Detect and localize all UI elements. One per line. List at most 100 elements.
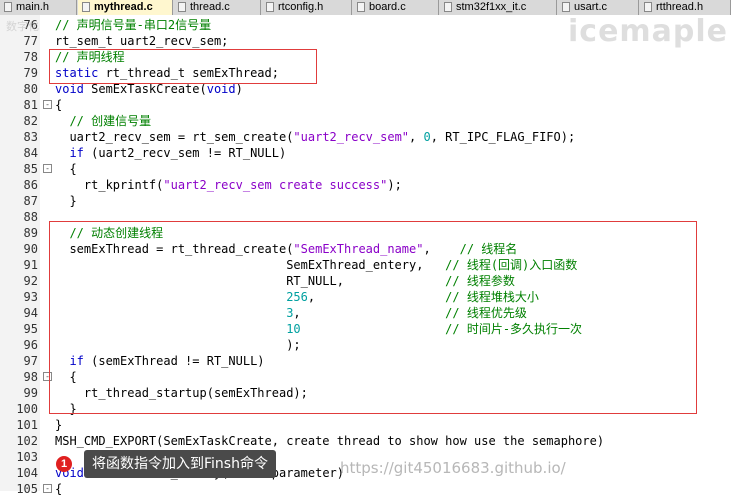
annotation-number-badge: 1 (56, 456, 72, 472)
code-line[interactable]: 93 256, // 线程堆栈大小 (0, 289, 731, 305)
code-text: semExThread = rt_thread_create("SemExThr… (55, 242, 518, 256)
line-number: 90 (23, 242, 38, 256)
line-number: 100 (16, 402, 38, 416)
tab-thread-c[interactable]: thread.c (174, 0, 261, 15)
code-line[interactable]: 82 // 创建信号量 (0, 113, 731, 129)
code-line[interactable]: 78 // 声明线程 (0, 49, 731, 65)
code-line[interactable]: 97 if (semExThread != RT_NULL) (0, 353, 731, 369)
line-number: 91 (23, 258, 38, 272)
code-line[interactable]: 102 MSH_CMD_EXPORT(SemExTaskCreate, creat… (0, 433, 731, 449)
code-line[interactable]: 86 rt_kprintf("uart2_recv_sem create suc… (0, 177, 731, 193)
line-number: 94 (23, 306, 38, 320)
code-text: SemExThread_entery, // 线程(回调)入口函数 (55, 258, 578, 272)
code-line[interactable]: 89 // 动态创建线程 (0, 225, 731, 241)
code-line[interactable]: 84 if (uart2_recv_sem != RT_NULL) (0, 145, 731, 161)
tab-board-c[interactable]: board.c (353, 0, 439, 15)
code-text: // 声明线程 (55, 50, 125, 64)
line-number: 87 (23, 194, 38, 208)
code-line[interactable]: 91 SemExThread_entery, // 线程(回调)入口函数 (0, 257, 731, 273)
line-number: 95 (23, 322, 38, 336)
tab-mythread-c[interactable]: mythread.c (78, 0, 173, 15)
tab-label: thread.c (190, 1, 230, 13)
tab-label: stm32f1xx_it.c (456, 1, 527, 13)
code-line[interactable]: 95 10 // 时间片-多久执行一次 (0, 321, 731, 337)
line-number: 77 (23, 34, 38, 48)
tab-label: rtthread.h (656, 1, 704, 13)
code-line[interactable]: 85- { (0, 161, 731, 177)
line-number: 105 (16, 482, 38, 496)
fold-toggle-icon[interactable]: - (43, 164, 52, 173)
code-text: if (uart2_recv_sem != RT_NULL) (69, 146, 287, 160)
line-number: 93 (23, 290, 38, 304)
line-number: 86 (23, 178, 38, 192)
code-text: 256, // 线程堆栈大小 (286, 290, 539, 304)
fold-toggle-icon[interactable]: - (43, 484, 52, 493)
code-line[interactable]: 79 static rt_thread_t semExThread; (0, 65, 731, 81)
code-line[interactable]: 80 void SemExTaskCreate(void) (0, 81, 731, 97)
code-text: rt_sem_t uart2_recv_sem; (55, 34, 229, 48)
editor-tab-bar: main.h mythread.c thread.c rtconfig.h board.… (0, 0, 731, 15)
line-number: 104 (16, 466, 38, 480)
code-line[interactable]: 96 ); (0, 337, 731, 353)
line-number: 79 (23, 66, 38, 80)
code-text: } (55, 418, 63, 432)
code-line[interactable]: 105-{ (0, 481, 731, 497)
tab-rtthread-h[interactable]: rtthread.h (640, 0, 731, 15)
line-number: 81 (23, 98, 38, 112)
code-text: // 动态创建线程 (69, 226, 164, 240)
file-icon (444, 2, 452, 12)
line-number: 99 (23, 386, 38, 400)
line-number: 96 (23, 338, 38, 352)
code-text: if (semExThread != RT_NULL) (69, 354, 265, 368)
tab-label: usart.c (574, 1, 608, 13)
fold-toggle-icon[interactable]: - (43, 372, 52, 381)
line-number: 80 (23, 82, 38, 96)
code-text: ); (55, 338, 301, 352)
line-number: 88 (23, 210, 38, 224)
code-line[interactable]: 88 (0, 209, 731, 225)
code-text: rt_kprintf("uart2_recv_sem create succes… (55, 178, 402, 192)
line-number: 92 (23, 274, 38, 288)
code-line[interactable]: 98- { (0, 369, 731, 385)
code-line[interactable]: 87 } (0, 193, 731, 209)
code-text: void SemExTaskCreate(void) (55, 82, 243, 96)
code-line[interactable]: 90 semExThread = rt_thread_create("SemEx… (0, 241, 731, 257)
fold-toggle-icon[interactable]: - (43, 100, 52, 109)
code-text: { (55, 162, 77, 176)
tab-stm32f1xx-it-c[interactable]: stm32f1xx_it.c (440, 0, 557, 15)
code-text: RT_NULL, // 线程参数 (55, 274, 515, 288)
line-number: 101 (16, 418, 38, 432)
line-number: 89 (23, 226, 38, 240)
code-text: } (55, 194, 77, 208)
code-text: 10 // 时间片-多久执行一次 (286, 322, 583, 336)
file-icon (4, 2, 12, 12)
tab-label: mythread.c (94, 1, 153, 13)
watermark-corner: 数字化 (6, 20, 39, 33)
code-text: { (55, 370, 77, 384)
tab-usart-c[interactable]: usart.c (558, 0, 639, 15)
code-text: static rt_thread_t semExThread; (55, 66, 279, 80)
line-number: 85 (23, 162, 38, 176)
line-number: 97 (23, 354, 38, 368)
tab-main-h[interactable]: main.h (0, 0, 77, 15)
tab-label: main.h (16, 1, 50, 13)
annotation-tooltip: 将函数指令加入到Finsh命令 (84, 450, 276, 478)
code-text: // 声明信号量-串口2信号量 (55, 18, 212, 32)
code-line[interactable]: 81-{ (0, 97, 731, 113)
tab-label: rtconfig.h (278, 1, 324, 13)
code-line[interactable]: 92 RT_NULL, // 线程参数 (0, 273, 731, 289)
code-line[interactable]: 100 } (0, 401, 731, 417)
code-line[interactable]: 101} (0, 417, 731, 433)
tab-rtconfig-h[interactable]: rtconfig.h (262, 0, 352, 15)
code-line[interactable]: 94 3, // 线程优先级 (0, 305, 731, 321)
tab-label: board.c (369, 1, 406, 13)
code-line[interactable]: 99 rt_thread_startup(semExThread); (0, 385, 731, 401)
line-number: 78 (23, 50, 38, 64)
code-text: MSH_CMD_EXPORT(SemExTaskCreate, create t… (55, 434, 605, 448)
file-icon (644, 2, 652, 12)
file-icon (82, 2, 90, 12)
line-number: 102 (16, 434, 38, 448)
line-number: 103 (16, 450, 38, 464)
code-line[interactable]: 83 uart2_recv_sem = rt_sem_create("uart2… (0, 129, 731, 145)
watermark-logo: icemaple (568, 14, 729, 49)
